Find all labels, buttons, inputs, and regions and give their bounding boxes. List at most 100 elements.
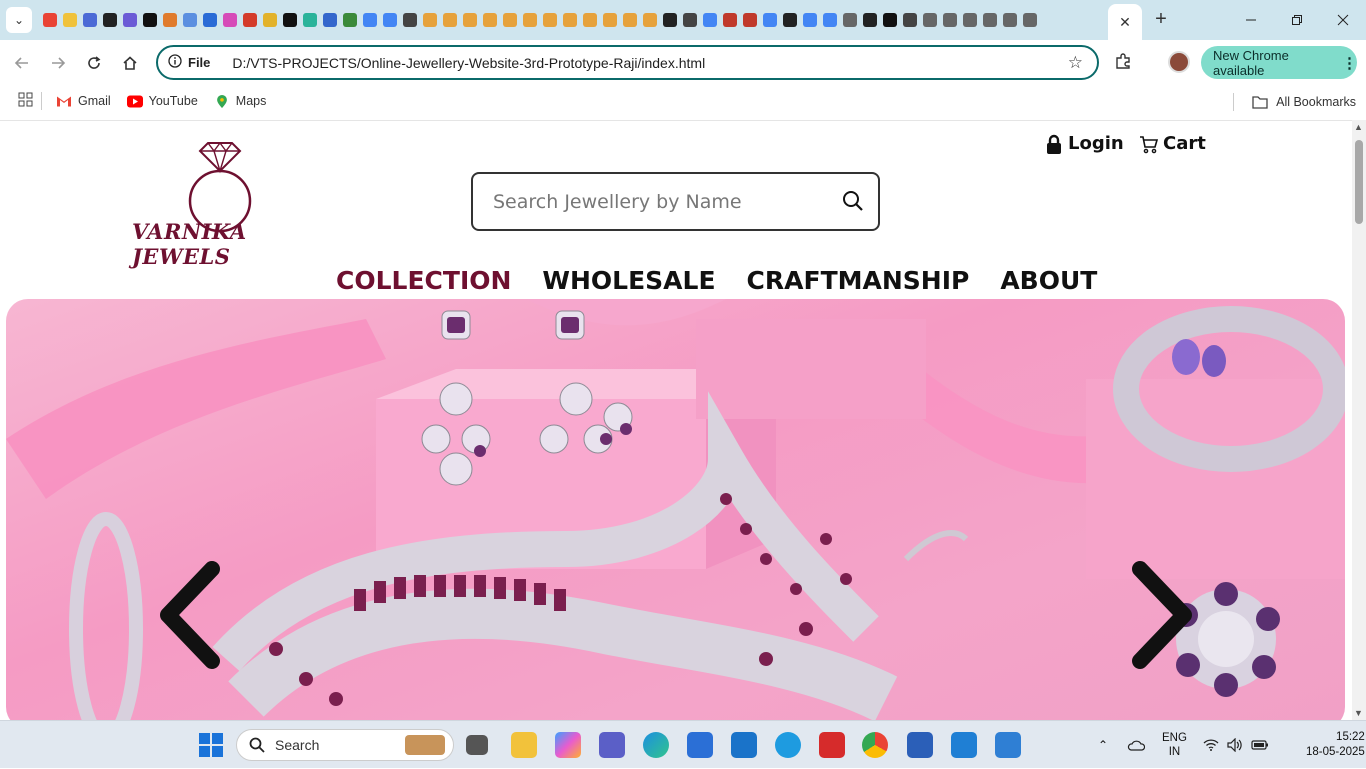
cart-link[interactable]: Cart <box>1139 133 1206 154</box>
nav-collection[interactable]: COLLECTION <box>336 266 511 295</box>
all-bookmarks-button[interactable]: All Bookmarks <box>1233 93 1356 111</box>
search-icon[interactable] <box>842 190 864 212</box>
page-scrollbar[interactable]: ▲ ▼ <box>1352 120 1366 720</box>
tab-favicon-icon[interactable] <box>120 12 140 28</box>
site-logo[interactable]: VARNIKA JEWELS <box>132 141 322 269</box>
tab-favicon-icon[interactable] <box>100 12 120 28</box>
tab-search-button[interactable]: ⌄ <box>6 7 32 33</box>
tab-favicon-icon[interactable] <box>700 12 720 28</box>
teams-icon[interactable] <box>599 732 625 758</box>
tab-favicon-icon[interactable] <box>140 12 160 28</box>
tab-favicon-icon[interactable] <box>340 12 360 28</box>
volume-icon[interactable] <box>1227 721 1243 769</box>
windows-start-icon[interactable] <box>199 733 223 757</box>
tab-favicon-icon[interactable] <box>60 12 80 28</box>
tab-favicon-icon[interactable] <box>600 12 620 28</box>
photos-icon[interactable] <box>995 732 1021 758</box>
scroll-up-icon[interactable]: ▲ <box>1354 122 1363 132</box>
tab-favicon-icon[interactable] <box>400 12 420 28</box>
scroll-down-icon[interactable]: ▼ <box>1354 708 1363 718</box>
tab-favicon-icon[interactable] <box>1000 12 1020 28</box>
tab-favicon-icon[interactable] <box>720 12 740 28</box>
nav-about[interactable]: ABOUT <box>1000 266 1097 295</box>
store-icon[interactable] <box>687 732 713 758</box>
tab-favicon-icon[interactable] <box>780 12 800 28</box>
task-view-icon[interactable] <box>466 735 488 755</box>
tab-favicon-icon[interactable] <box>740 12 760 28</box>
bookmark-youtube[interactable]: YouTube <box>126 94 198 108</box>
tab-favicon-icon[interactable] <box>180 12 200 28</box>
tab-favicon-icon[interactable] <box>500 12 520 28</box>
bookmark-maps[interactable]: Maps <box>214 94 266 108</box>
tab-favicon-icon[interactable] <box>240 12 260 28</box>
apps-grid-icon[interactable] <box>18 92 33 110</box>
tab-favicon-icon[interactable] <box>1020 12 1040 28</box>
tab-favicon-icon[interactable] <box>620 12 640 28</box>
copilot-icon[interactable] <box>555 732 581 758</box>
tab-favicon-icon[interactable] <box>800 12 820 28</box>
bookmark-star-icon[interactable]: ☆ <box>1068 53 1083 73</box>
minimize-button[interactable] <box>1228 0 1274 40</box>
vscode-icon[interactable] <box>951 732 977 758</box>
tab-favicon-icon[interactable] <box>520 12 540 28</box>
tab-favicon-icon[interactable] <box>940 12 960 28</box>
tab-favicon-icon[interactable] <box>960 12 980 28</box>
site-info-icon[interactable] <box>168 54 182 71</box>
carousel-prev-arrow-icon[interactable] <box>156 561 226 671</box>
active-tab[interactable]: ✕ <box>1108 4 1142 40</box>
nav-craftmanship[interactable]: CRAFTMANSHIP <box>747 266 970 295</box>
tab-favicon-icon[interactable] <box>920 12 940 28</box>
scroll-thumb[interactable] <box>1355 140 1363 224</box>
tab-favicon-icon[interactable] <box>40 12 60 28</box>
tab-favicon-icon[interactable] <box>560 12 580 28</box>
tab-favicon-icon[interactable] <box>320 12 340 28</box>
new-tab-button[interactable]: + <box>1150 8 1172 30</box>
restore-button[interactable] <box>1274 0 1320 40</box>
tab-favicon-icon[interactable] <box>580 12 600 28</box>
search-input[interactable] <box>493 190 823 213</box>
forward-button[interactable] <box>40 45 76 81</box>
profile-avatar[interactable] <box>1168 51 1190 73</box>
login-link[interactable]: Login <box>1046 133 1124 154</box>
tab-favicon-icon[interactable] <box>160 12 180 28</box>
tab-favicon-icon[interactable] <box>680 12 700 28</box>
tab-favicon-icon[interactable] <box>300 12 320 28</box>
myhp-icon[interactable] <box>731 732 757 758</box>
edge-icon[interactable] <box>643 732 669 758</box>
tab-favicon-icon[interactable] <box>380 12 400 28</box>
tab-favicon-icon[interactable] <box>900 12 920 28</box>
word-icon[interactable] <box>907 732 933 758</box>
bookmark-gmail[interactable]: Gmail <box>56 94 111 108</box>
tray-overflow-icon[interactable]: ⌃ <box>1098 721 1108 769</box>
tab-favicon-icon[interactable] <box>640 12 660 28</box>
extensions-icon[interactable] <box>1114 52 1132 75</box>
language-indicator[interactable]: ENG IN <box>1162 721 1187 769</box>
taskbar-search[interactable]: Search <box>236 729 454 761</box>
help-icon[interactable] <box>775 732 801 758</box>
tab-favicon-icon[interactable] <box>980 12 1000 28</box>
tab-favicon-icon[interactable] <box>860 12 880 28</box>
chrome-icon[interactable] <box>862 732 888 758</box>
jewellery-search-box[interactable] <box>471 172 880 231</box>
nav-wholesale[interactable]: WHOLESALE <box>542 266 715 295</box>
tab-favicon-icon[interactable] <box>200 12 220 28</box>
battery-icon[interactable] <box>1251 721 1269 769</box>
tab-favicon-icon[interactable] <box>880 12 900 28</box>
address-bar[interactable]: File D:/VTS-PROJECTS/Online-Jewellery-We… <box>156 45 1099 80</box>
url-text[interactable]: D:/VTS-PROJECTS/Online-Jewellery-Website… <box>232 55 705 71</box>
close-window-button[interactable] <box>1320 0 1366 40</box>
system-clock[interactable]: 15:22 18-05-2025 <box>1306 730 1365 760</box>
tab-favicon-icon[interactable] <box>840 12 860 28</box>
tab-favicon-icon[interactable] <box>220 12 240 28</box>
reload-button[interactable] <box>76 45 112 81</box>
home-button[interactable] <box>112 45 148 81</box>
tab-favicon-icon[interactable] <box>420 12 440 28</box>
carousel-next-arrow-icon[interactable] <box>1126 561 1196 671</box>
chrome-update-button[interactable]: New Chrome available ⋮ <box>1201 46 1357 79</box>
pdf-reader-icon[interactable] <box>819 732 845 758</box>
onedrive-icon[interactable] <box>1127 721 1145 769</box>
back-button[interactable] <box>4 45 40 81</box>
tab-favicon-icon[interactable] <box>440 12 460 28</box>
more-menu-icon[interactable]: ⋮ <box>1342 54 1357 72</box>
tab-favicon-icon[interactable] <box>760 12 780 28</box>
